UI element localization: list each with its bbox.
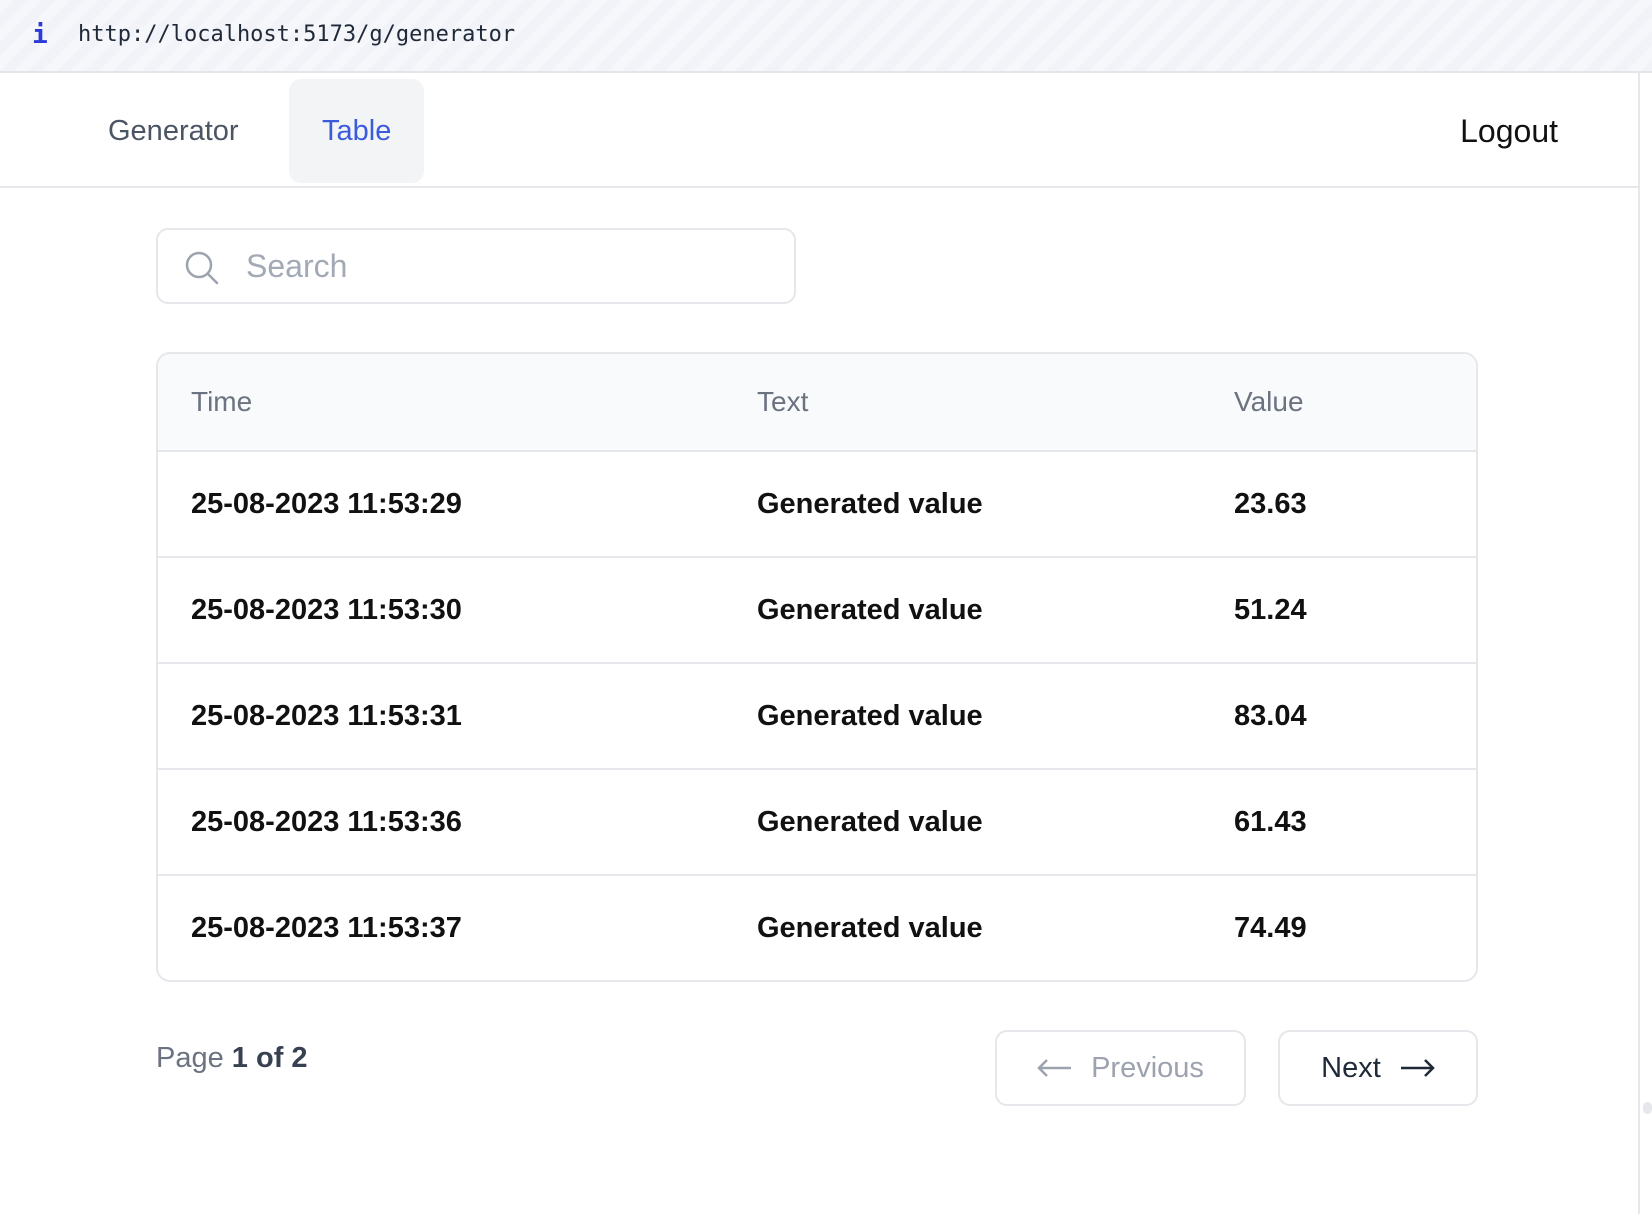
cell-value: 23.63 [1234,487,1307,520]
page: Generator Table Logout Time Text Value 2… [0,73,1638,1214]
cell-time: 25-08-2023 11:53:36 [191,805,462,838]
search-icon [185,251,219,285]
cell-text: Generated value [757,699,983,732]
table-row: 25-08-2023 11:53:29 Generated value 23.6… [158,451,1476,557]
cell-time: 25-08-2023 11:53:30 [191,593,462,626]
logout-button[interactable]: Logout [1460,79,1558,183]
cell-text: Generated value [757,593,983,626]
table-row: 25-08-2023 11:53:31 Generated value 83.0… [158,663,1476,769]
cell-time: 25-08-2023 11:53:29 [191,487,462,520]
previous-button[interactable]: Previous [995,1030,1246,1106]
column-header-time: Time [191,386,253,417]
previous-label: Previous [1091,1051,1204,1084]
column-header-value: Value [1234,386,1304,417]
cell-value: 61.43 [1234,805,1307,838]
cell-value: 83.04 [1234,699,1307,732]
page-count: 1 of 2 [231,1042,308,1074]
page-indicator: Page 1 of 2 [156,1033,308,1083]
search-box [156,228,796,304]
next-button[interactable]: Next [1278,1030,1478,1106]
cell-value: 51.24 [1234,593,1307,626]
next-label: Next [1321,1051,1381,1084]
info-icon[interactable]: i [30,18,50,52]
table-row: 25-08-2023 11:53:36 Generated value 61.4… [158,769,1476,875]
cell-time: 25-08-2023 11:53:37 [191,912,462,944]
scrollbar-thumb[interactable] [1643,1102,1652,1114]
table-row: 25-08-2023 11:53:30 Generated value 51.2… [158,557,1476,663]
top-nav: Generator Table Logout [0,73,1638,188]
cell-text: Generated value [757,912,983,944]
cell-text: Generated value [757,805,983,838]
table-row: 25-08-2023 11:53:37 Generated value 74.4… [158,875,1476,980]
table-header-row: Time Text Value [158,354,1476,451]
tab-generator[interactable]: Generator [75,79,272,183]
column-header-text: Text [757,386,809,417]
cell-text: Generated value [757,487,983,520]
tab-table[interactable]: Table [289,79,425,183]
page-word: Page [156,1042,224,1074]
cell-value: 74.49 [1234,912,1307,944]
data-table: Time Text Value 25-08-2023 11:53:29 Gene… [156,352,1478,982]
arrow-right-icon [1400,1059,1435,1077]
scrollbar-track[interactable] [1638,73,1652,1214]
url-text[interactable]: http://localhost:5173/g/generator [78,18,515,52]
browser-url-bar: i http://localhost:5173/g/generator [0,0,1652,73]
search-input[interactable] [246,232,766,300]
cell-time: 25-08-2023 11:53:31 [191,699,462,732]
arrow-left-icon [1037,1059,1072,1077]
